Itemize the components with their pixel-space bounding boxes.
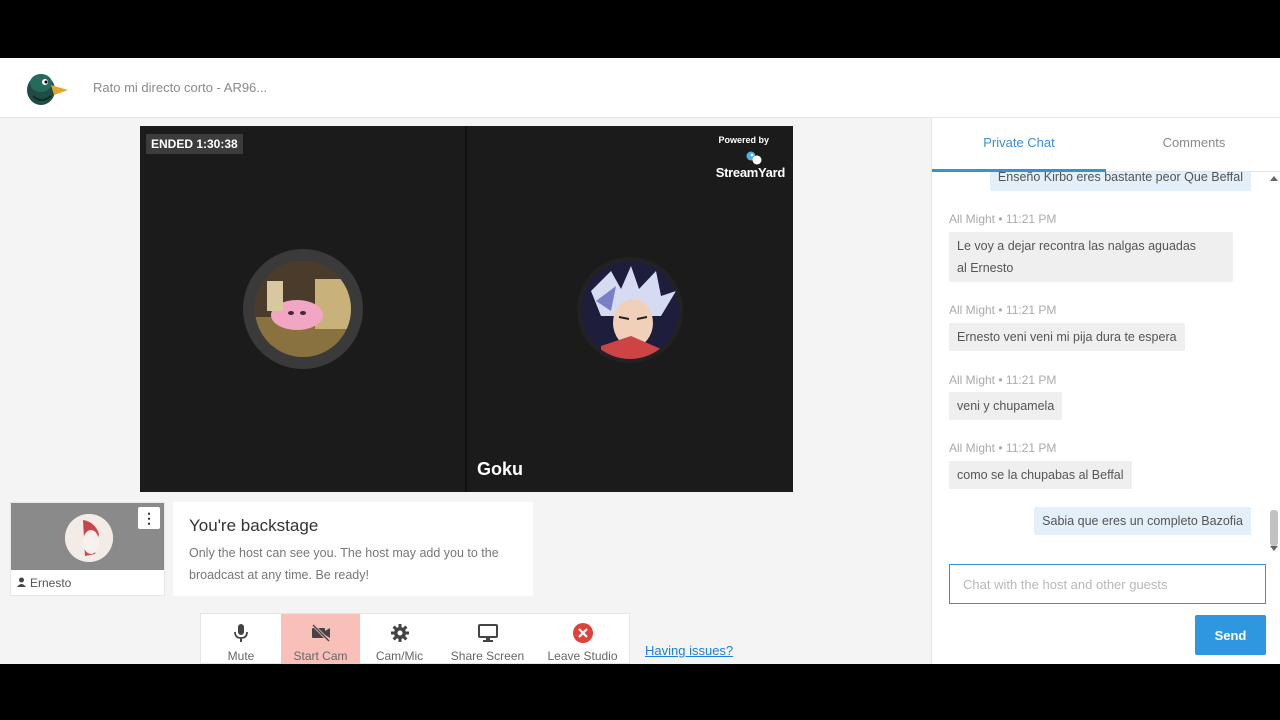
cam-mic-label: Cam/Mic — [375, 649, 424, 663]
chat-input[interactable] — [949, 564, 1266, 604]
stage-canvas: ENDED 1:30:38 Powered by StreamYard Goku — [140, 126, 793, 492]
host-avatar — [243, 249, 363, 369]
start-cam-button[interactable]: Start Cam — [281, 614, 360, 664]
start-cam-label: Start Cam — [293, 649, 348, 663]
scroll-up-arrow-icon[interactable] — [1270, 176, 1278, 181]
microphone-icon — [234, 624, 248, 642]
message-meta: All Might • 11:21 PM — [949, 441, 1057, 455]
person-icon — [17, 576, 26, 590]
duck-logo-icon — [27, 74, 68, 105]
mute-button[interactable]: Mute — [201, 614, 281, 664]
streamyard-brand: StreamYard — [715, 165, 786, 180]
studio-controls: Mute Start Cam Cam/Mic Share Screen Leav… — [200, 613, 630, 664]
broadcast-title: Rato mi directo corto - AR96... — [93, 80, 268, 95]
letterbox-bottom — [0, 664, 1280, 720]
monitor-icon — [477, 624, 498, 642]
close-circle-icon — [572, 623, 593, 643]
stage-divider — [465, 126, 467, 492]
gear-icon — [390, 624, 409, 642]
share-screen-button[interactable]: Share Screen — [439, 614, 536, 664]
message-meta: All Might • 11:21 PM — [949, 303, 1057, 317]
backstage-title: You're backstage — [189, 516, 319, 535]
having-issues-link[interactable]: Having issues? — [645, 643, 733, 658]
share-screen-label: Share Screen — [450, 649, 525, 663]
chat-message: Ernesto veni veni mi pija dura te espera — [949, 323, 1185, 351]
leave-studio-button[interactable]: Leave Studio — [536, 614, 629, 664]
letterbox-top — [0, 0, 1280, 58]
chat-message-partial: Enseño Kirbo eres bastante peor Que Beff… — [989, 172, 1251, 191]
participant-name: Ernesto — [30, 576, 72, 590]
streamyard-logo-icon — [746, 151, 762, 165]
message-meta: All Might • 11:21 PM — [949, 212, 1057, 226]
tab-private-chat[interactable]: Private Chat — [932, 118, 1106, 172]
powered-by-watermark: Powered by StreamYard — [715, 135, 786, 180]
backstage-info-card: You're backstage Only the host can see y… — [173, 502, 533, 596]
backstage-more-menu-icon[interactable]: ⋮ — [138, 507, 160, 529]
goku-avatar-image — [581, 261, 679, 359]
powered-by-label: Powered by — [718, 135, 769, 145]
cam-mic-button[interactable]: Cam/Mic — [360, 614, 439, 664]
chat-scrollbar[interactable] — [1267, 172, 1280, 552]
chat-message: veni y chupamela — [949, 392, 1063, 420]
guest-avatar — [577, 257, 683, 363]
ended-badge: ENDED 1:30:38 — [146, 134, 243, 154]
camera-off-icon — [311, 623, 330, 643]
backstage-avatar — [65, 514, 113, 562]
chat-tabs: Private Chat Comments — [932, 118, 1280, 172]
scroll-down-arrow-icon[interactable] — [1270, 546, 1278, 551]
leave-studio-label: Leave Studio — [547, 649, 618, 663]
guest-name-label: Goku — [477, 459, 524, 479]
backstage-video: ⋮ — [11, 503, 164, 570]
backstage-description: Only the host can see you. The host may … — [189, 546, 499, 582]
mute-label: Mute — [227, 649, 255, 663]
send-button[interactable]: Send — [1195, 615, 1266, 655]
chat-message-own: Sabia que eres un completo Bazofia — [1034, 507, 1251, 535]
chat-message: Le voy a dejar recontra las nalgas aguad… — [949, 232, 1233, 282]
chat-messages: Enseño Kirbo eres bastante peor Que Beff… — [932, 172, 1267, 552]
backstage-tile: ⋮ Ernesto — [10, 502, 165, 596]
scroll-thumb[interactable] — [1270, 510, 1278, 546]
kirby-avatar-image — [255, 261, 351, 357]
message-meta: All Might • 11:21 PM — [949, 373, 1057, 387]
tab-comments[interactable]: Comments — [1107, 118, 1280, 172]
chat-message: como se la chupabas al Beffal — [949, 461, 1132, 489]
studio-app: Rato mi directo corto - AR96... ENDED 1:… — [0, 58, 1280, 664]
backstage-name: Ernesto — [17, 576, 71, 590]
ernesto-avatar-image — [65, 514, 113, 562]
top-bar: Rato mi directo corto - AR96... — [0, 58, 1280, 118]
chat-panel: Private Chat Comments Enseño Kirbo eres … — [931, 118, 1280, 664]
